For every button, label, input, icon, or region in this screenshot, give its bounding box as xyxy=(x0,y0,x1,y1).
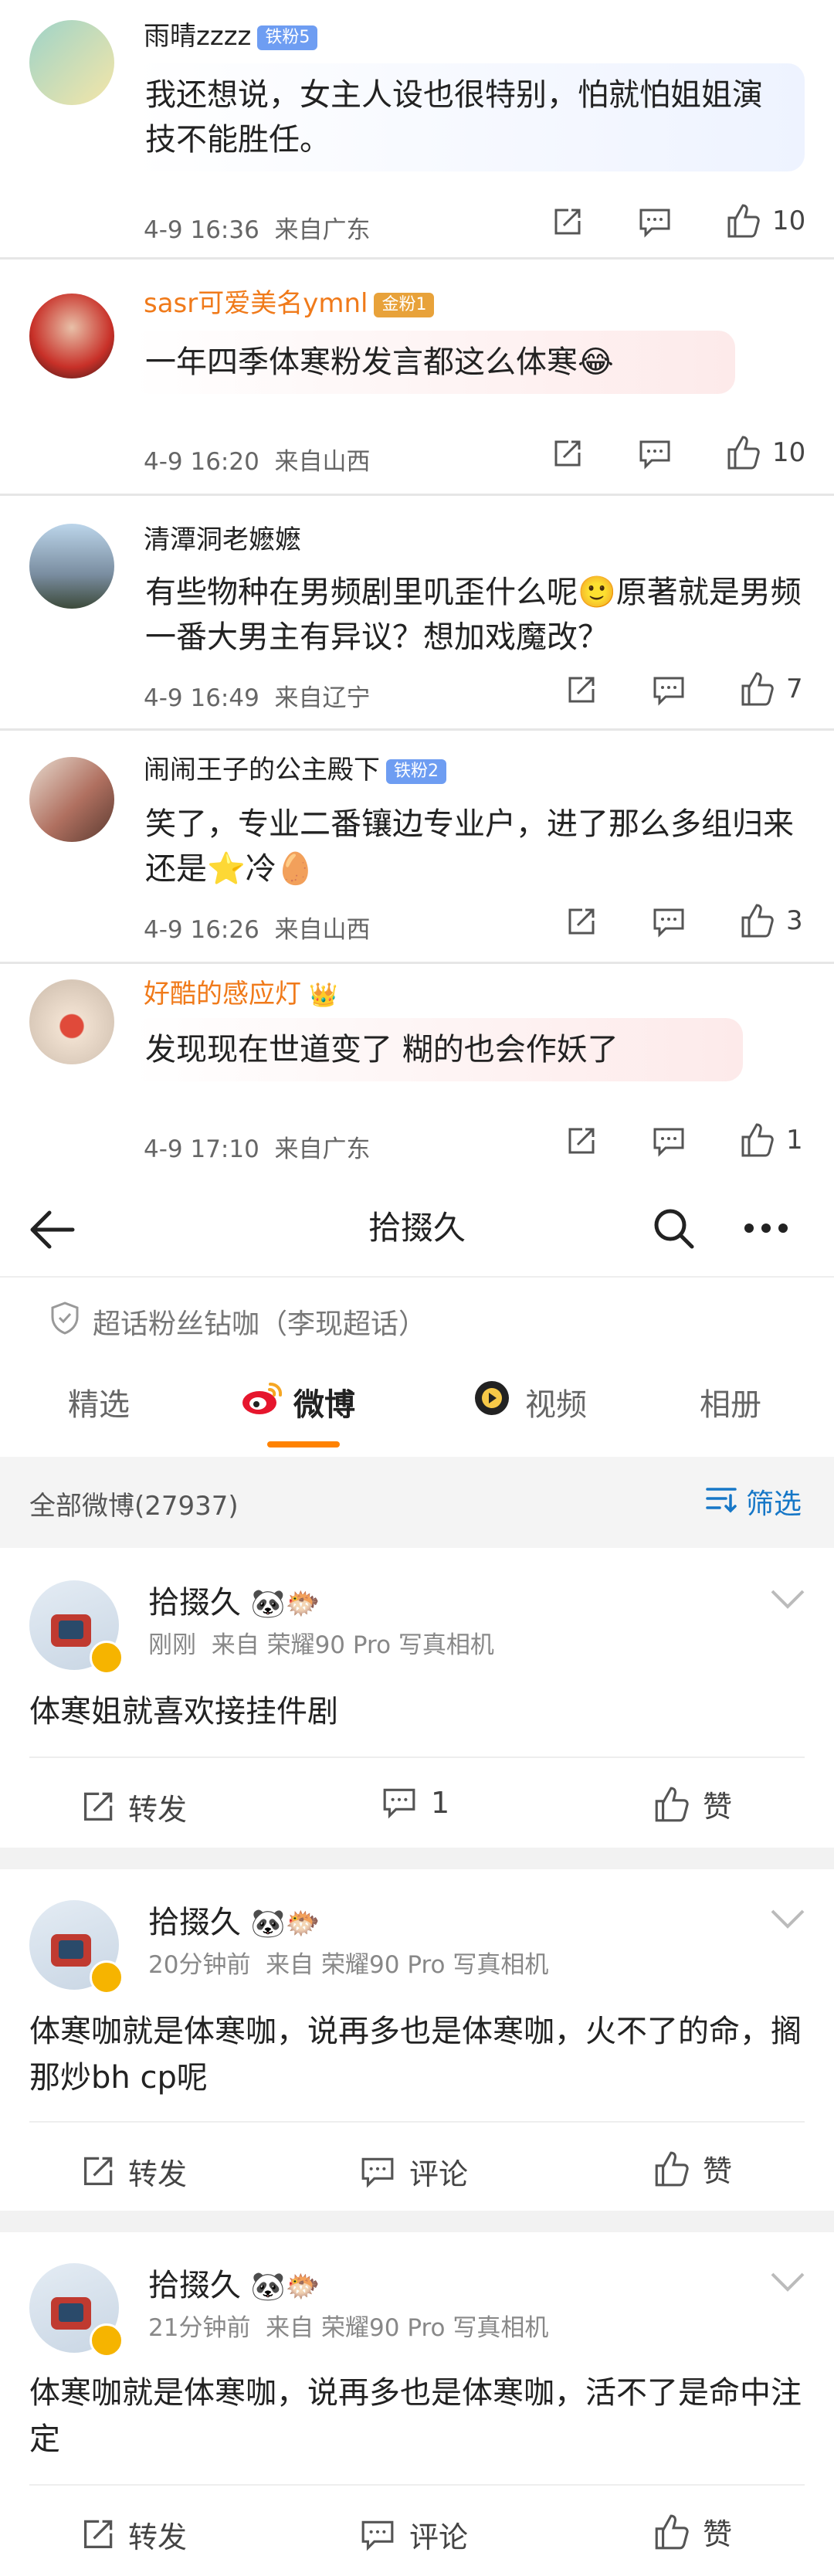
verified-badge-icon xyxy=(90,1960,124,1994)
fan-badge: 铁粉5 xyxy=(257,25,318,50)
verified-badge-icon xyxy=(90,2323,124,2357)
like-button[interactable]: 10 xyxy=(724,202,805,239)
active-tab-indicator xyxy=(267,1441,340,1448)
tab-featured[interactable]: 精选 xyxy=(68,1380,130,1424)
post-meta: 21分钟前 来自 荣耀90 Pro 写真相机 xyxy=(148,2314,549,2342)
supertopic-label: 超话粉丝钻咖（李现超话） xyxy=(93,1308,427,1340)
chevron-down-icon[interactable] xyxy=(769,2271,806,2296)
comment-item: 清潭洞老嬷嬷 有些物种在男频剧里叽歪什么呢🙂原著就是男频一番大男主有异议？想加戏… xyxy=(0,496,834,731)
repost-button[interactable]: 转发 xyxy=(80,2150,187,2193)
like-button[interactable]: 1 xyxy=(738,1122,803,1159)
post-card[interactable]: 拾掇久 🐼🐡 20分钟前 来自 荣耀90 Pro 写真相机 体寒咖就是体寒咖，说… xyxy=(0,1869,834,2223)
like-button[interactable]: 赞 xyxy=(652,2510,732,2553)
comment-icon[interactable] xyxy=(638,207,672,238)
weibo-logo-icon xyxy=(239,1380,284,1424)
comment-text: 我还想说，女主人设也很特别，怕就怕姐姐演技不能胜任。 xyxy=(133,63,805,171)
comment-button[interactable]: 评论 xyxy=(360,2150,468,2193)
post-card[interactable]: 拾掇久 🐼🐡 刚刚 来自 荣耀90 Pro 写真相机 体寒姐就喜欢接挂件剧 转发… xyxy=(0,1548,834,1860)
comment-button[interactable]: 1 xyxy=(381,1786,449,1820)
comment-username[interactable]: 雨晴zzzz 铁粉5 xyxy=(144,20,318,53)
like-count: 10 xyxy=(772,205,806,236)
like-button[interactable]: 赞 xyxy=(652,1783,732,1825)
comment-text: 有些物种在男频剧里叽歪什么呢🙂原著就是男频一番大男主有异议？想加戏魔改？ xyxy=(145,575,802,655)
all-posts-count: 全部微博(27937) xyxy=(29,1491,239,1522)
chevron-down-icon[interactable] xyxy=(769,1908,806,1933)
shield-icon xyxy=(49,1301,80,1342)
separator xyxy=(0,2211,834,2232)
comment-username[interactable]: sasr可爱美名ymnl 金粉1 xyxy=(144,287,435,320)
post-actions: 转发 评论 赞 xyxy=(29,2484,805,2576)
comment-username[interactable]: 闹闹王子的公主殿下 铁粉2 xyxy=(144,754,446,786)
fan-badge: 铁粉2 xyxy=(386,759,446,784)
tab-album[interactable]: 相册 xyxy=(700,1380,761,1424)
comment-meta: 4-9 16:20 来自山西 xyxy=(144,448,371,476)
post-card[interactable]: 拾掇久 🐼🐡 21分钟前 来自 荣耀90 Pro 写真相机 体寒咖就是体寒咖，说… xyxy=(0,2232,834,2574)
post-author[interactable]: 拾掇久 🐼🐡 xyxy=(148,1897,320,1942)
comment-icon[interactable] xyxy=(638,439,672,470)
comment-username[interactable]: 好酷的感应灯 👑 xyxy=(144,978,337,1012)
comment-icon[interactable] xyxy=(652,675,686,706)
post-author[interactable]: 拾掇久 🐼🐡 xyxy=(148,2260,320,2305)
post-text: 体寒姐就喜欢接挂件剧 xyxy=(29,1694,338,1729)
comment-button[interactable]: 评论 xyxy=(360,2513,468,2556)
tab-weibo[interactable]: 微博 xyxy=(239,1380,355,1424)
comment-meta: 4-9 16:36 来自广东 xyxy=(144,216,371,244)
comment-username[interactable]: 清潭洞老嬷嬷 xyxy=(144,524,301,556)
post-actions: 转发 1 赞 xyxy=(29,1756,805,1851)
repost-button[interactable]: 转发 xyxy=(80,2513,187,2556)
comment-item: sasr可爱美名ymnl 金粉1 一年四季体寒粉发言都这么体寒😂 4-9 16:2… xyxy=(0,260,834,496)
post-author[interactable]: 拾掇久 🐼🐡 xyxy=(148,1577,320,1622)
repost-button[interactable]: 转发 xyxy=(80,1786,187,1828)
comment-item: 好酷的感应灯 👑 发现现在世道变了 糊的也会作妖了 4-9 17:10 来自广东 … xyxy=(0,964,834,1183)
like-button[interactable]: 赞 xyxy=(652,2147,732,2190)
tab-bar: 精选 微博 视频 相册 xyxy=(0,1367,834,1452)
comment-item: 雨晴zzzz 铁粉5 我还想说，女主人设也很特别，怕就怕姐姐演技不能胜任。 4-9… xyxy=(0,0,834,260)
supertopic-row[interactable]: 超话粉丝钻咖（李现超话） xyxy=(49,1301,426,1342)
fan-badge: 👑 xyxy=(309,982,338,1009)
post-text: 体寒咖就是体寒咖，说再多也是体寒咖，火不了的命，搁那炒bh cp呢 xyxy=(29,2014,802,2096)
avatar[interactable] xyxy=(29,294,114,378)
like-button[interactable]: 7 xyxy=(738,670,803,708)
avatar[interactable] xyxy=(29,979,114,1064)
like-count: 7 xyxy=(786,674,803,704)
like-button[interactable]: 3 xyxy=(738,902,803,939)
comment-meta: 4-9 16:26 来自山西 xyxy=(144,916,371,944)
share-icon[interactable] xyxy=(551,439,582,470)
comment-item: 闹闹王子的公主殿下 铁粉2 笑了，专业二番镶边专业户，进了那么多组归来还是⭐冷🥚 … xyxy=(0,731,834,964)
comment-icon[interactable] xyxy=(652,907,686,938)
filter-bar: 全部微博(27937) 筛选 xyxy=(0,1457,834,1548)
like-count: 1 xyxy=(786,1125,803,1156)
comment-text: 发现现在世道变了 糊的也会作妖了 xyxy=(133,1018,743,1081)
filter-icon xyxy=(704,1483,738,1521)
fan-badge: 金粉1 xyxy=(374,292,435,317)
filter-button[interactable]: 筛选 xyxy=(704,1481,802,1522)
comment-meta: 4-9 17:10 来自广东 xyxy=(144,1135,371,1163)
like-button[interactable]: 10 xyxy=(724,434,805,471)
tab-video[interactable]: 视频 xyxy=(470,1380,587,1424)
post-meta: 20分钟前 来自 荣耀90 Pro 写真相机 xyxy=(148,1951,549,1979)
comment-text: 一年四季体寒粉发言都这么体寒😂 xyxy=(133,331,735,394)
post-meta: 刚刚 来自 荣耀90 Pro 写真相机 xyxy=(148,1631,494,1659)
share-icon[interactable] xyxy=(565,675,596,706)
like-count: 3 xyxy=(786,905,803,936)
comment-text: 笑了，专业二番镶边专业户，进了那么多组归来还是⭐冷🥚 xyxy=(145,806,794,887)
avatar[interactable] xyxy=(29,757,114,842)
post-text: 体寒咖就是体寒咖，说再多也是体寒咖，活不了是命中注定 xyxy=(29,2375,802,2457)
avatar[interactable] xyxy=(29,524,114,609)
share-icon[interactable] xyxy=(551,207,582,238)
video-icon xyxy=(470,1380,514,1424)
post-actions: 转发 评论 赞 xyxy=(29,2121,805,2215)
share-icon[interactable] xyxy=(565,907,596,938)
like-count: 10 xyxy=(772,437,806,468)
comment-icon[interactable] xyxy=(652,1126,686,1157)
chevron-down-icon[interactable] xyxy=(769,1588,806,1613)
share-icon[interactable] xyxy=(565,1126,596,1157)
comment-meta: 4-9 16:49 来自辽宁 xyxy=(144,684,371,712)
avatar[interactable] xyxy=(29,20,114,105)
page-title: 拾掇久 xyxy=(368,1209,466,1247)
separator xyxy=(0,1848,834,1869)
verified-badge-icon xyxy=(90,1641,124,1675)
